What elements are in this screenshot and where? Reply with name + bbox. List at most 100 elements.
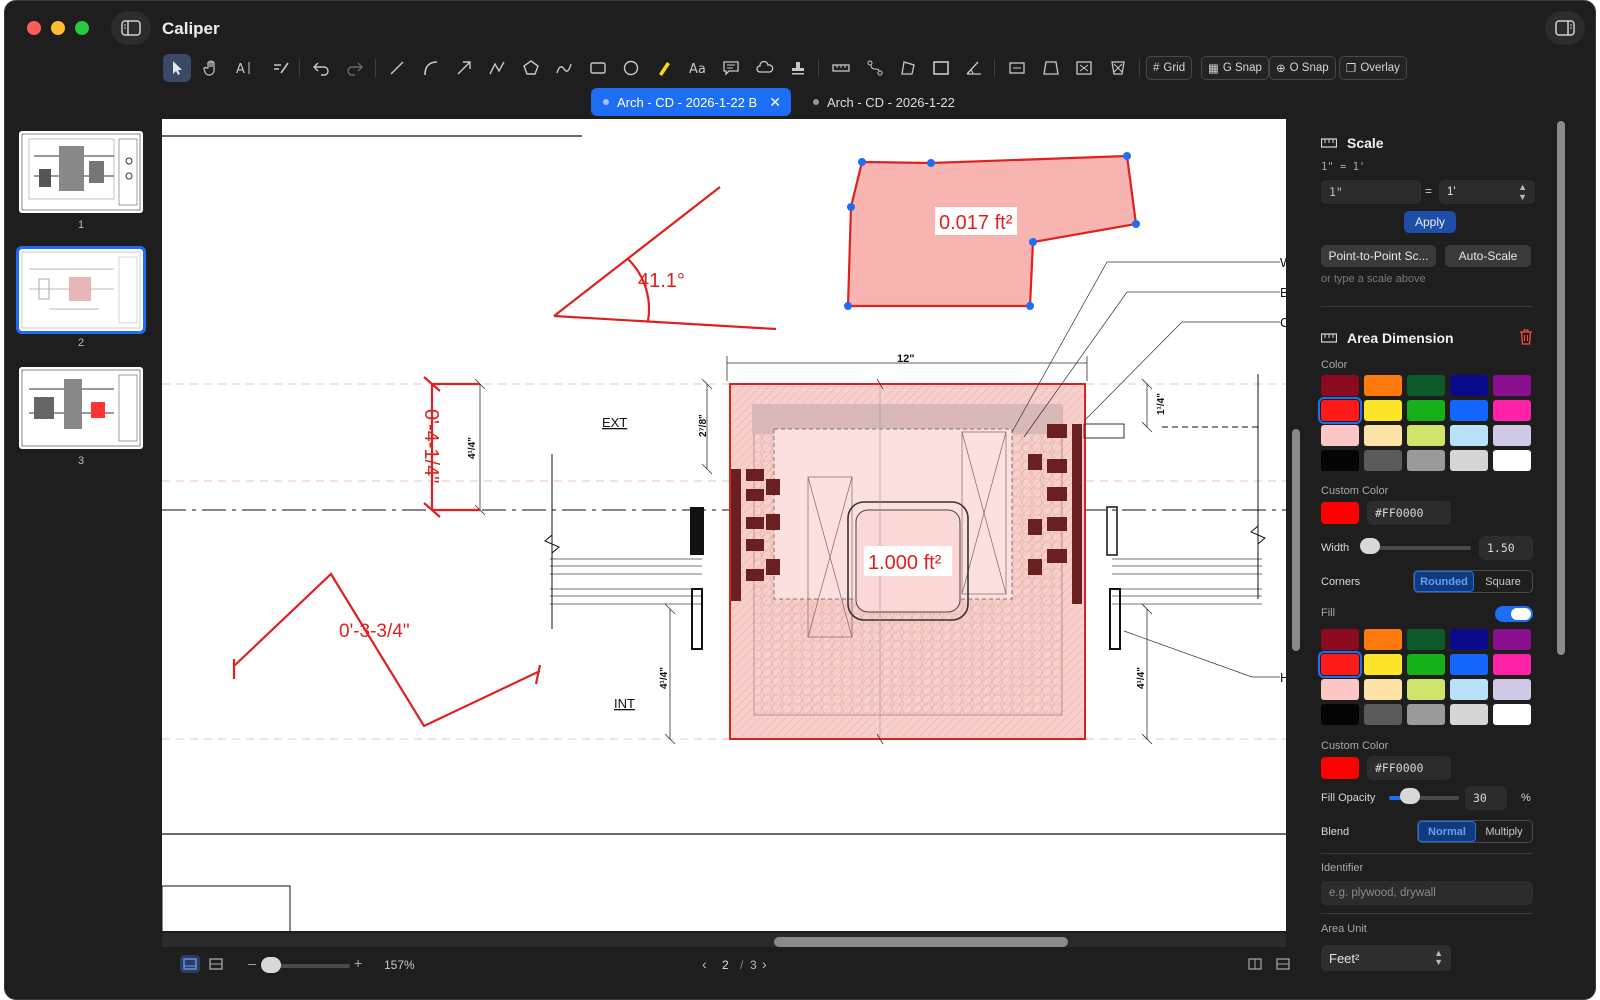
- redo-icon[interactable]: [341, 54, 369, 82]
- dimension-icon[interactable]: [1003, 54, 1031, 82]
- color-swatch[interactable]: [1450, 400, 1488, 421]
- auto-scale-button[interactable]: Auto-Scale: [1445, 245, 1531, 267]
- color-swatch[interactable]: [1364, 679, 1402, 700]
- blend-multiply-option[interactable]: Multiply: [1476, 821, 1532, 842]
- blend-normal-option[interactable]: Normal: [1418, 821, 1476, 842]
- highlighter-icon[interactable]: [650, 54, 678, 82]
- color-swatch[interactable]: [1493, 400, 1531, 421]
- color-swatch[interactable]: [1364, 400, 1402, 421]
- color-swatch[interactable]: [1364, 704, 1402, 725]
- comment-icon[interactable]: [717, 54, 745, 82]
- page-thumbnail-3[interactable]: [19, 367, 143, 449]
- color-swatch[interactable]: [1450, 679, 1488, 700]
- corners-rounded-option[interactable]: Rounded: [1414, 571, 1474, 592]
- grid-toggle-button[interactable]: # Grid: [1146, 56, 1193, 80]
- split-view-button[interactable]: [1248, 957, 1262, 975]
- custom-fill-color-swatch[interactable]: [1321, 757, 1359, 779]
- ellipse-icon[interactable]: [617, 54, 645, 82]
- inspector-vertical-scrollbar[interactable]: [1555, 119, 1567, 659]
- color-swatch[interactable]: [1364, 425, 1402, 446]
- previous-page-icon[interactable]: ‹: [702, 956, 707, 972]
- fill-opacity-input[interactable]: 30: [1465, 786, 1507, 810]
- markup-pen-icon[interactable]: [267, 54, 295, 82]
- color-swatch[interactable]: [1407, 425, 1445, 446]
- arc-icon[interactable]: [417, 54, 445, 82]
- color-swatch[interactable]: [1450, 704, 1488, 725]
- color-swatch[interactable]: [1318, 651, 1362, 678]
- zoom-in-icon[interactable]: +: [354, 955, 362, 971]
- color-swatch[interactable]: [1321, 450, 1359, 471]
- single-page-view-button[interactable]: [180, 955, 200, 973]
- color-swatch[interactable]: [1407, 704, 1445, 725]
- angle-icon[interactable]: [960, 54, 988, 82]
- polygon-icon[interactable]: [517, 54, 545, 82]
- close-window-button[interactable]: [27, 21, 41, 35]
- color-swatch[interactable]: [1364, 654, 1402, 675]
- color-swatch[interactable]: [1321, 629, 1359, 650]
- color-swatch[interactable]: [1321, 425, 1359, 446]
- text-select-icon[interactable]: A: [230, 54, 258, 82]
- color-swatch[interactable]: [1321, 679, 1359, 700]
- zoom-out-icon[interactable]: –: [248, 955, 256, 971]
- fill-opacity-slider-knob[interactable]: [1400, 788, 1420, 804]
- text-icon[interactable]: Aa: [684, 54, 712, 82]
- scroll-thumb[interactable]: [1557, 121, 1565, 655]
- color-swatch[interactable]: [1493, 425, 1531, 446]
- path-measure-icon[interactable]: [861, 54, 889, 82]
- area-polygon-icon[interactable]: [894, 54, 922, 82]
- object-snap-toggle-button[interactable]: ⊕ O Snap: [1269, 56, 1336, 80]
- custom-fill-hex-input[interactable]: #FF0000: [1367, 756, 1451, 780]
- scroll-thumb[interactable]: [1292, 429, 1300, 651]
- area-unit-select[interactable]: Feet² ▲ ▼: [1321, 945, 1451, 971]
- tab-document-b[interactable]: Arch - CD - 2026-1-22 B ✕: [591, 88, 791, 116]
- line-icon[interactable]: [383, 54, 411, 82]
- color-swatch[interactable]: [1407, 654, 1445, 675]
- page-thumbnail-2[interactable]: [16, 246, 146, 334]
- color-swatch[interactable]: [1450, 654, 1488, 675]
- select-arrow-icon[interactable]: [163, 54, 191, 82]
- fill-toggle[interactable]: [1495, 606, 1533, 622]
- color-swatch[interactable]: [1450, 450, 1488, 471]
- color-swatch[interactable]: [1321, 704, 1359, 725]
- polyline-icon[interactable]: [483, 54, 511, 82]
- cloud-icon[interactable]: [751, 54, 779, 82]
- delete-markup-button[interactable]: [1519, 329, 1533, 350]
- color-swatch[interactable]: [1364, 450, 1402, 471]
- color-swatch[interactable]: [1450, 375, 1488, 396]
- undo-icon[interactable]: [307, 54, 335, 82]
- color-swatch[interactable]: [1407, 629, 1445, 650]
- scale-paper-input[interactable]: 1": [1321, 180, 1421, 204]
- apply-scale-button[interactable]: Apply: [1404, 211, 1456, 233]
- color-swatch[interactable]: [1364, 629, 1402, 650]
- rect-area-icon[interactable]: [927, 54, 955, 82]
- hand-pan-icon[interactable]: [197, 54, 225, 82]
- color-swatch[interactable]: [1321, 375, 1359, 396]
- perimeter-icon[interactable]: [1037, 54, 1065, 82]
- continuous-view-button[interactable]: [206, 955, 226, 973]
- identifier-input[interactable]: e.g. plywood, drywall: [1321, 881, 1533, 905]
- width-value-input[interactable]: 1.50: [1479, 536, 1533, 560]
- corners-square-option[interactable]: Square: [1474, 571, 1532, 592]
- tab-document[interactable]: Arch - CD - 2026-1-22: [801, 88, 971, 116]
- color-swatch[interactable]: [1407, 400, 1445, 421]
- color-swatch[interactable]: [1407, 679, 1445, 700]
- color-swatch[interactable]: [1493, 450, 1531, 471]
- zoom-slider-knob[interactable]: [260, 957, 281, 973]
- scale-real-select[interactable]: 1' ▲ ▼: [1439, 180, 1535, 204]
- sidebar-toggle-button[interactable]: [111, 11, 151, 45]
- close-tab-icon[interactable]: ✕: [769, 94, 781, 111]
- color-swatch[interactable]: [1407, 450, 1445, 471]
- custom-stroke-hex-input[interactable]: #FF0000: [1367, 501, 1451, 525]
- stamp-icon[interactable]: [784, 54, 812, 82]
- freehand-icon[interactable]: [550, 54, 578, 82]
- color-swatch[interactable]: [1493, 654, 1531, 675]
- page-thumbnail-1[interactable]: [19, 131, 143, 213]
- inspector-toggle-button[interactable]: [1545, 11, 1585, 45]
- cutout-icon[interactable]: [1070, 54, 1098, 82]
- color-swatch[interactable]: [1364, 375, 1402, 396]
- next-page-icon[interactable]: ›: [762, 956, 767, 972]
- grid-snap-toggle-button[interactable]: ▦ G Snap: [1201, 56, 1269, 80]
- canvas-horizontal-scrollbar[interactable]: [162, 933, 1286, 947]
- drawing-canvas[interactable]: W B C H 12" 2⁷/8" 4¹/4" 4¹/4" 1¹/4" 4¹/4…: [162, 119, 1286, 931]
- rectangle-icon[interactable]: [584, 54, 612, 82]
